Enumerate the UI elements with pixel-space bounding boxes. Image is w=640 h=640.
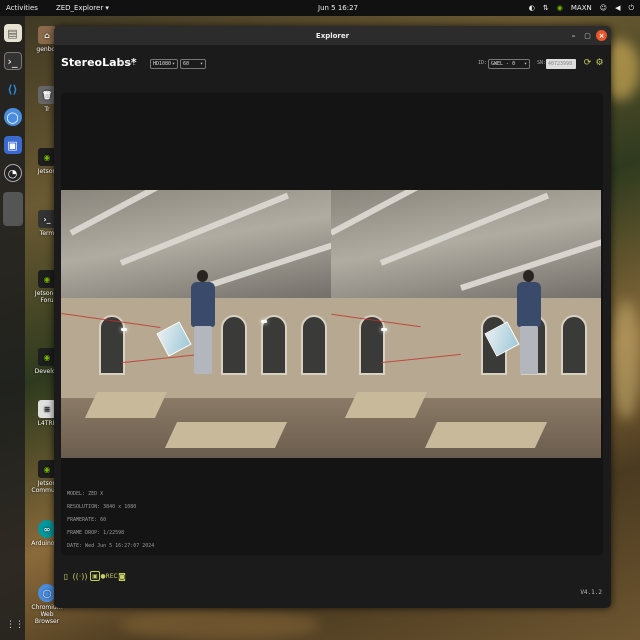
settings-gear-icon[interactable]: ⚙ (595, 58, 604, 68)
obs-icon[interactable]: ◔ (3, 164, 22, 182)
info-date: DATE: Wed Jun 5 16:27:07 2024 (67, 543, 155, 549)
sn-label: SN: (537, 60, 547, 66)
video-mode-icon[interactable]: ▣ (90, 571, 100, 581)
power-mode-icon[interactable]: ◉ (557, 4, 563, 12)
wallpaper-bokeh (612, 300, 640, 420)
info-resolution: RESOLUTION: 3840 x 1080 (67, 504, 137, 510)
minimize-icon[interactable]: – (568, 30, 579, 41)
clock[interactable]: Jun 5 16:27 (318, 4, 358, 12)
system-top-bar: Activities ZED_Explorer ▾ Jun 5 16:27 ◐ … (0, 0, 640, 16)
power-mode-label[interactable]: MAXN (571, 4, 592, 12)
files-icon[interactable]: ▤ (3, 24, 22, 42)
info-framerate: FRAMERATE: 60 (67, 517, 107, 523)
chevron-down-icon: ▾ (171, 61, 175, 67)
accessibility-icon[interactable]: ☺ (600, 4, 607, 12)
fps-select[interactable]: 60 ▾ (180, 59, 206, 69)
serial-number-field[interactable]: 40723998 (546, 59, 576, 69)
close-icon[interactable]: × (596, 30, 607, 41)
right-camera-image (331, 190, 601, 458)
camera-snapshot-icon[interactable]: ◙ (117, 571, 127, 581)
window-titlebar[interactable]: Explorer – ▢ × (54, 26, 611, 45)
settings-tray-icon[interactable]: ◐ (529, 4, 535, 12)
chevron-down-icon: ▾ (199, 61, 203, 67)
window-title: Explorer (315, 31, 350, 40)
id-label: ID: (478, 60, 488, 66)
info-frame-drop: FRAME DROP: 1/22598 (67, 530, 125, 536)
record-icon[interactable]: ●REC (100, 571, 117, 581)
camera-id-select[interactable]: GWEL - 0 ▾ (488, 59, 530, 69)
show-apps-icon[interactable]: ⋮⋮ (6, 620, 24, 630)
left-camera-image (61, 190, 331, 458)
vscode-icon[interactable]: ⟨⟩ (4, 80, 22, 98)
volume-icon[interactable]: ◀ (615, 4, 620, 12)
wallpaper-bokeh (120, 610, 320, 640)
live-mode-label: LIVE (122, 61, 137, 67)
explorer-window: Explorer – ▢ × StereoLabs* LIVE HD1080 ▾ … (54, 26, 611, 608)
chevron-down-icon: ▾ (523, 61, 527, 67)
system-tray[interactable]: ◐ ⇅ ◉ MAXN ☺ ◀ ⏻ (529, 4, 634, 13)
camera-viewer[interactable]: MODEL: ZED X RESOLUTION: 3840 x 1080 FRA… (61, 93, 603, 555)
running-app-icon[interactable] (2, 192, 23, 226)
file-icon[interactable]: ▯ (61, 571, 71, 581)
dock: ▤ ›_ ⟨⟩ ◯ ▣ ◔ ⋮⋮ (0, 16, 25, 640)
chromium-icon[interactable]: ◯ (3, 108, 22, 126)
maximize-icon[interactable]: ▢ (582, 30, 593, 41)
explorer-bottom-bar: ▯ ((·)) ▣ ●REC ◙ V4.1.2 (54, 561, 611, 608)
resolution-select[interactable]: HD1080 ▾ (150, 59, 178, 69)
refresh-icon[interactable]: ⟳ (583, 58, 592, 68)
network-icon[interactable]: ⇅ (543, 4, 549, 12)
app-menu[interactable]: ZED_Explorer ▾ (56, 4, 109, 12)
explorer-toolbar: StereoLabs* LIVE HD1080 ▾ 60 ▾ ID: GWEL - … (54, 45, 611, 81)
version-label: V4.1.2 (580, 589, 602, 596)
info-model: MODEL: ZED X (67, 491, 104, 497)
activities-button[interactable]: Activities (6, 4, 38, 12)
stream-icon[interactable]: ((·)) (72, 571, 87, 581)
power-icon[interactable]: ⏻ (628, 4, 634, 13)
terminal-icon[interactable]: ›_ (3, 52, 22, 70)
screenshot-tool-icon[interactable]: ▣ (3, 136, 22, 154)
